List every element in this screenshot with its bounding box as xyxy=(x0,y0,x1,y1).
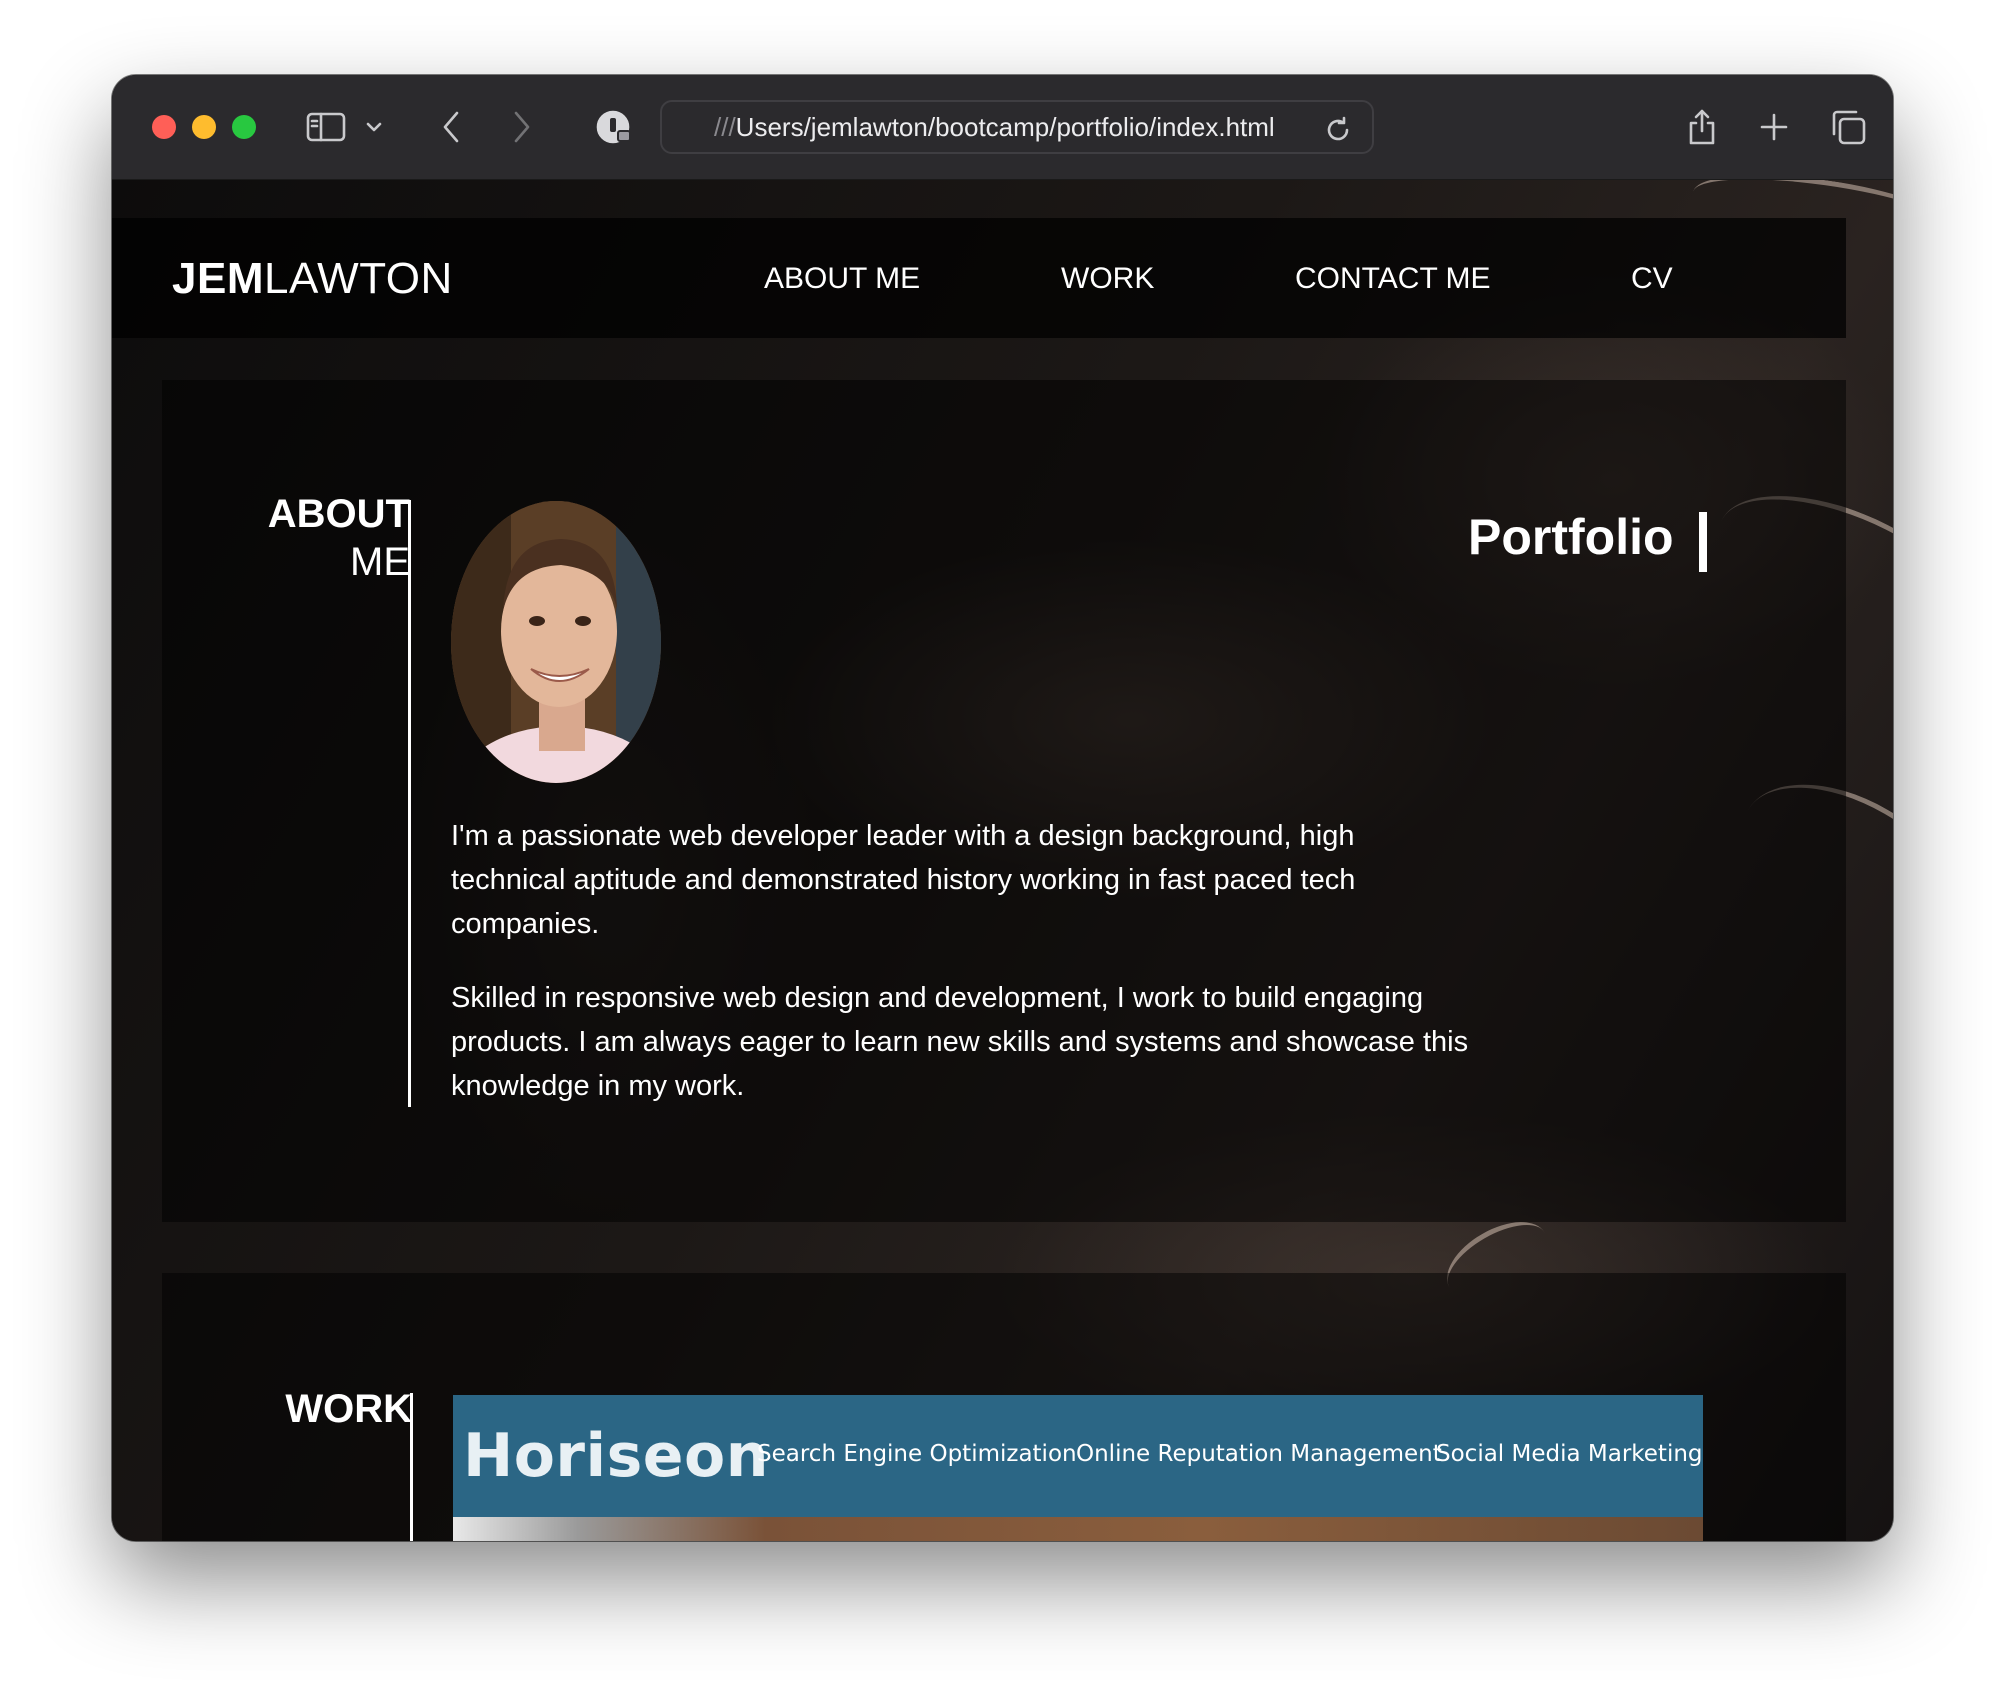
about-section: ABOUT ME Portfolio I'm a passionate web … xyxy=(162,380,1846,1222)
reload-icon[interactable] xyxy=(1320,108,1356,152)
horiseon-brand: Horiseon xyxy=(463,1421,769,1491)
about-paragraph-2: Skilled in responsive web design and dev… xyxy=(451,982,1469,1102)
back-icon[interactable] xyxy=(437,105,465,149)
sidebar-icon[interactable] xyxy=(305,105,347,149)
profile-photo xyxy=(451,501,661,783)
brand-bold: JEM xyxy=(172,254,264,303)
site-brand[interactable]: JEMLAWTON xyxy=(172,254,453,304)
about-heading-line1: ABOUT xyxy=(267,492,410,536)
horiseon-link-smm: Social Media Marketing xyxy=(1436,1441,1703,1467)
address-url[interactable]: ///Users/jemlawton/bootcamp/portfolio/in… xyxy=(714,112,1275,143)
about-divider xyxy=(408,500,411,1107)
nav-link-cv[interactable]: CV xyxy=(1631,262,1673,296)
brand-light: LAWTON xyxy=(263,254,453,303)
work-divider xyxy=(410,1393,413,1541)
nav-link-work[interactable]: WORK xyxy=(1061,262,1154,296)
address-path: Users/jemlawton/bootcamp/portfolio/index… xyxy=(735,112,1275,142)
about-paragraph-1: I'm a passionate web developer leader wi… xyxy=(451,820,1356,940)
browser-window: ///Users/jemlawton/bootcamp/portfolio/in… xyxy=(112,75,1893,1541)
about-heading: ABOUT ME xyxy=(222,490,410,586)
nav-link-contact-me[interactable]: CONTACT ME xyxy=(1295,262,1491,296)
close-window-button[interactable] xyxy=(152,115,176,139)
portfolio-cursor-bar xyxy=(1699,512,1707,572)
site-navbar: JEMLAWTON ABOUT ME WORK CONTACT ME CV xyxy=(112,218,1846,338)
profile-photo-illustration xyxy=(451,501,661,783)
horiseon-hero-image xyxy=(453,1517,1703,1541)
new-tab-icon[interactable] xyxy=(1757,105,1791,149)
address-prefix: /// xyxy=(714,112,736,142)
page-viewport: JEMLAWTON ABOUT ME WORK CONTACT ME CV AB… xyxy=(112,180,1893,1541)
work-heading: WORK xyxy=(285,1387,412,1431)
project-horiseon-card[interactable]: Horiseon Search Engine Optimization Onli… xyxy=(453,1395,1703,1517)
horiseon-link-orm: Online Reputation Management xyxy=(1076,1441,1442,1467)
password-icon[interactable] xyxy=(594,105,634,149)
share-icon[interactable] xyxy=(1684,105,1720,149)
forward-icon[interactable] xyxy=(508,105,536,149)
browser-toolbar: ///Users/jemlawton/bootcamp/portfolio/in… xyxy=(112,75,1893,180)
address-bar[interactable]: ///Users/jemlawton/bootcamp/portfolio/in… xyxy=(660,100,1374,154)
tabs-overview-icon[interactable] xyxy=(1828,105,1868,149)
about-heading-line2: ME xyxy=(350,540,410,584)
horiseon-link-seo: Search Engine Optimization xyxy=(757,1441,1077,1467)
minimize-window-button[interactable] xyxy=(192,115,216,139)
nav-link-about-me[interactable]: ABOUT ME xyxy=(764,262,920,296)
chevron-down-icon[interactable] xyxy=(364,105,384,149)
work-section: WORK Horiseon Search Engine Optimization… xyxy=(162,1273,1846,1541)
portfolio-title: Portfolio xyxy=(1468,509,1674,565)
zoom-window-button[interactable] xyxy=(232,115,256,139)
